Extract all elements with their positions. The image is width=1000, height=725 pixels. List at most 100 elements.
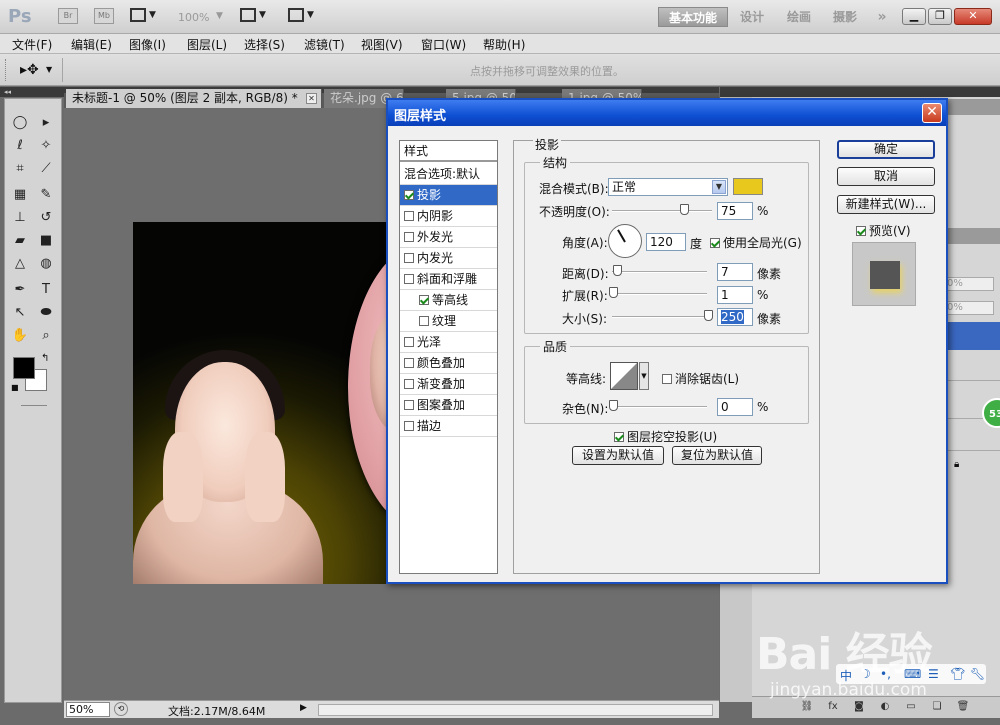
size-slider-thumb[interactable]: [704, 310, 713, 321]
preview-checkbox[interactable]: [856, 226, 866, 236]
noise-slider-thumb[interactable]: [609, 400, 618, 411]
style-item-inner-shadow[interactable]: 内阴影: [400, 206, 497, 227]
gradient-overlay-checkbox[interactable]: [404, 379, 414, 389]
size-slider[interactable]: [612, 316, 707, 318]
adjustment-layer-icon[interactable]: ◐: [878, 700, 892, 714]
status-info-icon[interactable]: ⟲: [114, 702, 128, 716]
right-panel-collapse[interactable]: [720, 87, 1000, 97]
clone-stamp-tool-icon[interactable]: ⊥: [9, 208, 31, 228]
style-item-gradient-overlay[interactable]: 渐变叠加: [400, 374, 497, 395]
magic-wand-tool-icon[interactable]: ✧: [35, 136, 57, 156]
global-light-checkbox[interactable]: [710, 238, 720, 248]
selected-layer-row[interactable]: [944, 322, 1000, 350]
style-item-drop-shadow[interactable]: 投影: [400, 185, 497, 206]
zoom-level-dropdown[interactable]: 100%: [178, 11, 209, 24]
style-item-satin[interactable]: 光泽: [400, 332, 497, 353]
restore-button[interactable]: ❐: [928, 8, 952, 25]
workspace-design-button[interactable]: 设计: [735, 7, 769, 27]
type-tool-icon[interactable]: T: [35, 280, 57, 300]
menu-view[interactable]: 视图(V): [361, 36, 403, 53]
brush-tool-icon[interactable]: ✎: [35, 185, 57, 205]
knockout-checkbox[interactable]: [614, 432, 624, 442]
ime-skin-icon[interactable]: ☰: [928, 667, 939, 681]
ok-button[interactable]: 确定: [837, 140, 935, 159]
foreground-color-swatch[interactable]: [13, 357, 35, 379]
healing-brush-tool-icon[interactable]: ▦: [9, 185, 31, 205]
ime-punct-icon[interactable]: •,: [880, 667, 891, 681]
menu-image[interactable]: 图像(I): [129, 36, 166, 53]
eraser-tool-icon[interactable]: ▰: [9, 231, 31, 251]
link-layers-icon[interactable]: ⛓: [800, 700, 814, 714]
menu-select[interactable]: 选择(S): [244, 36, 285, 53]
layer-effects-icon[interactable]: fx: [826, 700, 840, 714]
view-extras-dropdown[interactable]: ▼: [130, 8, 156, 26]
close-button[interactable]: ✕: [954, 8, 992, 25]
opacity-field[interactable]: 0%: [944, 277, 994, 291]
gradient-tool-icon[interactable]: ■: [35, 231, 57, 251]
add-mask-icon[interactable]: ◙: [852, 700, 866, 714]
angle-dial[interactable]: [608, 224, 642, 258]
move-tool-icon[interactable]: ▸: [35, 113, 57, 133]
default-colors-icon[interactable]: ■: [11, 383, 19, 392]
style-item-stroke[interactable]: 描边: [400, 416, 497, 437]
global-light-option[interactable]: 使用全局光(G): [710, 234, 802, 251]
minimize-button[interactable]: ▁: [902, 8, 926, 25]
shadow-color-swatch[interactable]: [733, 178, 763, 195]
move-tool-icon[interactable]: ▸✥: [20, 62, 39, 78]
style-item-color-overlay[interactable]: 颜色叠加: [400, 353, 497, 374]
style-item-inner-glow[interactable]: 内发光: [400, 248, 497, 269]
stroke-checkbox[interactable]: [404, 421, 414, 431]
workspace-photography-button[interactable]: 摄影: [828, 7, 862, 27]
menu-window[interactable]: 窗口(W): [421, 36, 466, 53]
knockout-option[interactable]: 图层挖空投影(U): [614, 428, 717, 445]
spread-input[interactable]: 1: [717, 286, 753, 304]
preview-option[interactable]: 预览(V): [856, 222, 911, 239]
ime-moon-icon[interactable]: ☽: [860, 667, 871, 681]
screen-mode-dropdown[interactable]: ▼: [288, 8, 314, 26]
style-item-contour[interactable]: 等高线: [400, 290, 497, 311]
antialias-checkbox[interactable]: [662, 374, 672, 384]
blend-mode-select[interactable]: 正常 ▼: [608, 178, 728, 196]
new-group-icon[interactable]: ▭: [904, 700, 918, 714]
contour-checkbox[interactable]: [419, 295, 429, 305]
horizontal-scrollbar[interactable]: [318, 704, 713, 716]
new-layer-icon[interactable]: ❏: [930, 700, 944, 714]
ime-keyboard-icon[interactable]: ⌨: [904, 667, 921, 681]
spread-slider-thumb[interactable]: [609, 287, 618, 298]
tools-panel-collapse[interactable]: ◂◂: [0, 87, 64, 97]
cancel-button[interactable]: 取消: [837, 167, 935, 186]
pattern-overlay-checkbox[interactable]: [404, 400, 414, 410]
status-menu-arrow-icon[interactable]: ▶: [300, 703, 307, 713]
menu-edit[interactable]: 编辑(E): [71, 36, 112, 53]
color-overlay-checkbox[interactable]: [404, 358, 414, 368]
lasso-tool-icon[interactable]: ℓ: [9, 136, 31, 156]
options-bar-grip[interactable]: [5, 59, 9, 81]
noise-slider[interactable]: [612, 406, 707, 408]
opacity-input[interactable]: 75: [717, 202, 753, 220]
zoom-tool-icon[interactable]: ⌕: [35, 326, 57, 346]
ellipse-shape-tool-icon[interactable]: ⬬: [35, 303, 57, 323]
blur-tool-icon[interactable]: △: [9, 254, 31, 274]
drop-shadow-checkbox[interactable]: [404, 190, 414, 200]
dialog-titlebar[interactable]: 图层样式 ✕: [388, 100, 946, 126]
bridge-button[interactable]: Br: [58, 8, 78, 24]
distance-input[interactable]: 7: [717, 263, 753, 281]
antialias-option[interactable]: 消除锯齿(L): [662, 370, 739, 387]
swap-colors-icon[interactable]: ↰: [41, 353, 49, 364]
opacity-slider[interactable]: [612, 210, 712, 212]
ime-shirt-icon[interactable]: 👕︎: [950, 667, 965, 681]
eyedropper-tool-icon[interactable]: ⟋: [35, 159, 57, 179]
angle-input[interactable]: 120: [646, 233, 686, 251]
reset-default-button[interactable]: 复位为默认值: [672, 446, 762, 465]
style-item-pattern-overlay[interactable]: 图案叠加: [400, 395, 497, 416]
hand-tool-icon[interactable]: ✋: [9, 326, 31, 346]
marquee-tool-icon[interactable]: ◯: [9, 113, 31, 133]
zoom-field[interactable]: 50%: [66, 702, 110, 717]
dodge-tool-icon[interactable]: ◍: [35, 254, 57, 274]
style-item-bevel-emboss[interactable]: 斜面和浮雕: [400, 269, 497, 290]
styles-header[interactable]: 样式: [400, 141, 497, 162]
style-item-texture[interactable]: 纹理: [400, 311, 497, 332]
contour-dropdown-chevron-icon[interactable]: ▼: [639, 362, 649, 390]
style-item-outer-glow[interactable]: 外发光: [400, 227, 497, 248]
arrange-documents-dropdown[interactable]: ▼: [240, 8, 266, 26]
